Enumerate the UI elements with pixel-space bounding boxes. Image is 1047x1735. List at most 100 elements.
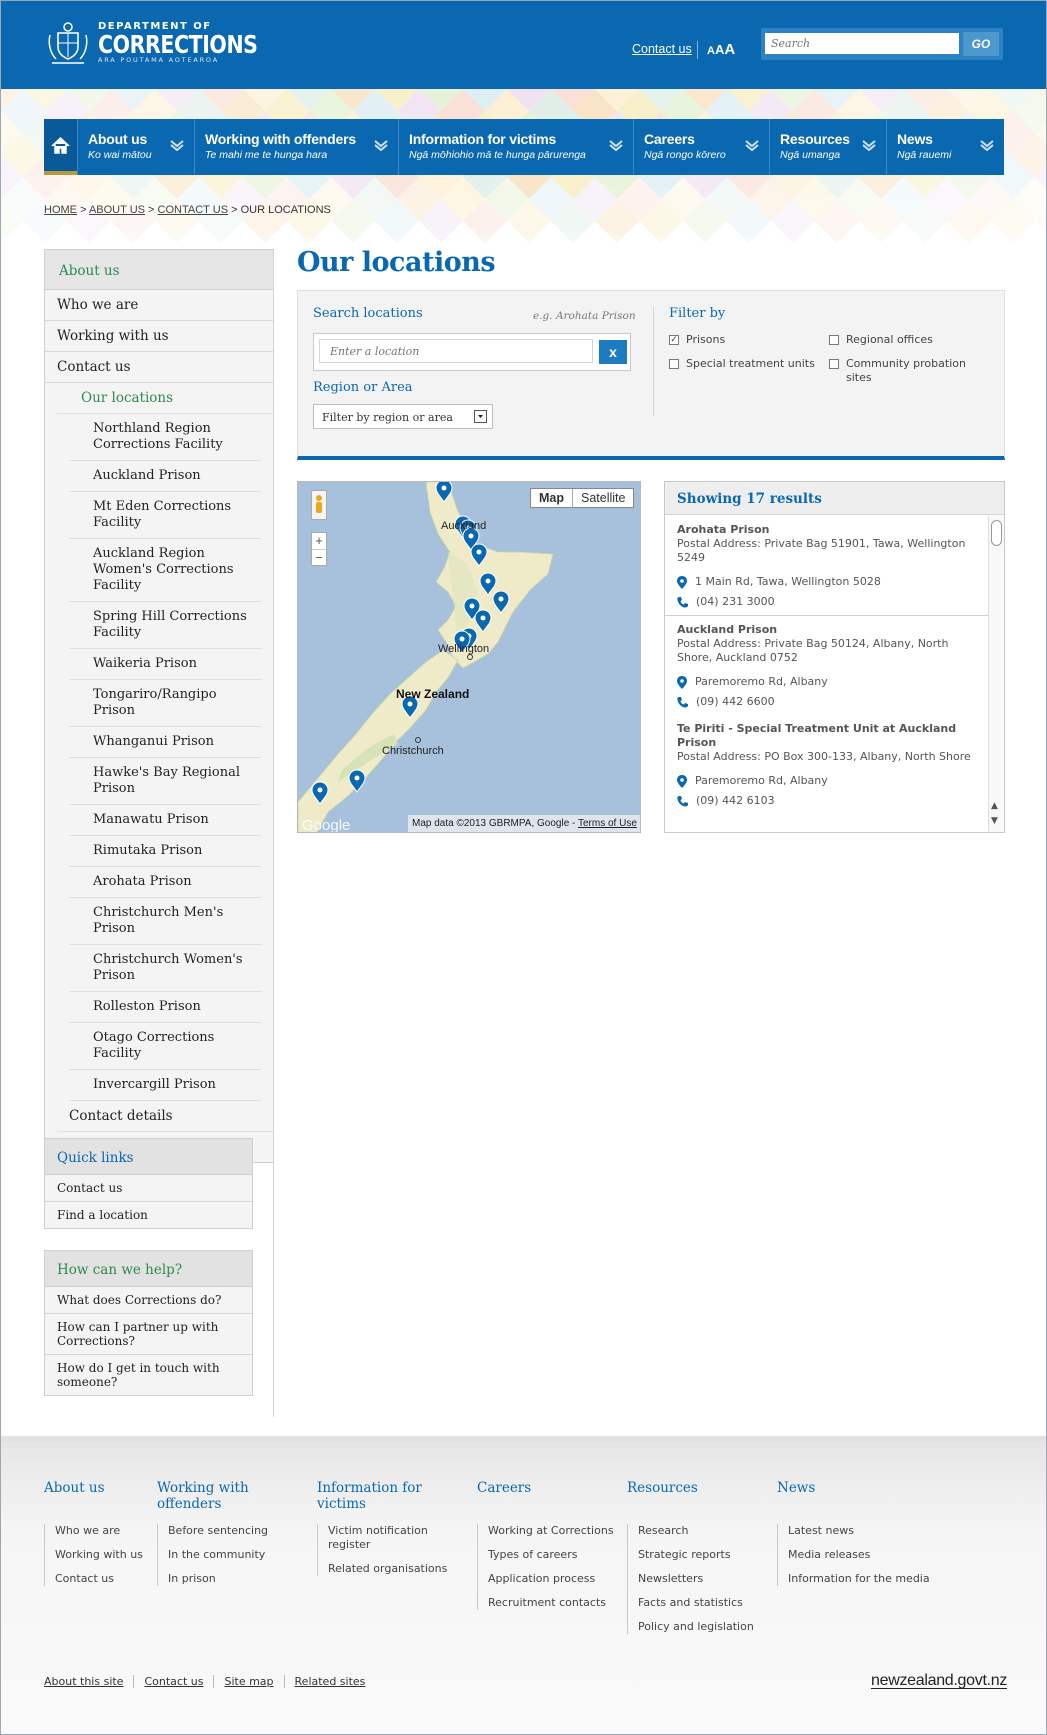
footer-link[interactable]: Latest news: [788, 1524, 937, 1538]
scroll-up-arrow-icon[interactable]: ▲: [991, 801, 998, 811]
footer-link[interactable]: Research: [638, 1524, 767, 1538]
nz-map-canvas[interactable]: Auckland Wellington New Zealand Christch…: [298, 482, 641, 833]
result-name[interactable]: Auckland Prison: [677, 623, 976, 637]
sidebar-item-who-we-are[interactable]: Who we are: [45, 290, 273, 321]
clear-search-button[interactable]: x: [599, 340, 627, 364]
footer-link[interactable]: Types of careers: [488, 1548, 617, 1562]
sidebar-item-our-locations[interactable]: Our locations: [57, 383, 273, 414]
filter-regional-offices[interactable]: Regional offices: [829, 333, 933, 347]
footer-link[interactable]: Information for the media: [788, 1572, 937, 1586]
sidebar-location-item[interactable]: Waikeria Prison: [69, 649, 261, 680]
sidebar-location-item[interactable]: Christchurch Women's Prison: [69, 945, 261, 992]
sidebar-location-item[interactable]: Whanganui Prison: [69, 727, 261, 758]
footer-link[interactable]: Facts and statistics: [638, 1596, 767, 1610]
map-type-satellite-button[interactable]: Satellite: [573, 489, 633, 507]
map-type-map-button[interactable]: Map: [531, 489, 573, 507]
result-phone[interactable]: (04) 231 3000: [696, 595, 775, 609]
sidebar-location-item[interactable]: Auckland Region Women's Corrections Faci…: [69, 539, 261, 602]
sidebar-item-contact-details[interactable]: Contact details: [57, 1101, 273, 1132]
footer-link[interactable]: In the community: [168, 1548, 297, 1562]
result-name[interactable]: Arohata Prison: [677, 523, 976, 537]
footer-link[interactable]: Recruitment contacts: [488, 1596, 617, 1610]
sidebar-location-item[interactable]: Rimutaka Prison: [69, 836, 261, 867]
footer-link[interactable]: Working at Corrections: [488, 1524, 617, 1538]
checkbox-checked-icon[interactable]: ✓: [669, 335, 679, 345]
region-select[interactable]: Filter by region or area: [313, 404, 493, 429]
footer-about-site-link[interactable]: About this site: [44, 1675, 133, 1688]
quick-link-find-location[interactable]: Find a location: [45, 1202, 252, 1228]
zoom-in-button[interactable]: +: [312, 533, 326, 550]
result-item[interactable]: Auckland Prison Postal Address: Private B…: [665, 616, 988, 715]
text-size-large[interactable]: A: [724, 41, 735, 58]
text-size-medium[interactable]: A: [715, 42, 724, 57]
quick-link-contact-us[interactable]: Contact us: [45, 1175, 252, 1202]
nav-about-us[interactable]: About us Ko wai mātou: [77, 119, 194, 175]
sidebar-location-item[interactable]: Auckland Prison: [69, 461, 261, 492]
site-search-input[interactable]: [765, 33, 959, 54]
footer-column-heading[interactable]: News: [777, 1480, 937, 1524]
footer-link[interactable]: Policy and legislation: [638, 1620, 767, 1634]
footer-link[interactable]: Media releases: [788, 1548, 937, 1562]
location-search-input[interactable]: [319, 339, 593, 363]
checkbox-icon[interactable]: [669, 359, 679, 369]
footer-link[interactable]: Application process: [488, 1572, 617, 1586]
scroll-down-arrow-icon[interactable]: ▼: [991, 816, 998, 826]
search-go-button[interactable]: GO: [963, 32, 999, 56]
locations-map[interactable]: Auckland Wellington New Zealand Christch…: [297, 481, 641, 833]
help-link-partner-up[interactable]: How can I partner up with Corrections?: [45, 1314, 252, 1355]
sidebar-heading[interactable]: About us: [44, 249, 274, 290]
sidebar-item-working-with-us[interactable]: Working with us: [45, 321, 273, 352]
sidebar-location-item[interactable]: Otago Corrections Facility: [69, 1023, 261, 1070]
nav-information-for-victims[interactable]: Information for victims Ngā mōhiohio mā …: [398, 119, 633, 175]
map-terms-link[interactable]: Terms of Use: [578, 818, 637, 829]
footer-contact-link[interactable]: Contact us: [133, 1675, 213, 1688]
scrollbar-thumb[interactable]: [991, 520, 1002, 546]
footer-column-heading[interactable]: Information for victims: [317, 1480, 457, 1524]
sidebar-item-contact-us[interactable]: Contact us: [45, 352, 273, 383]
footer-column-heading[interactable]: About us: [44, 1480, 144, 1524]
checkbox-icon[interactable]: [829, 359, 839, 369]
breadcrumb-home[interactable]: HOME: [44, 204, 77, 216]
filter-community-probation[interactable]: Community probation sites: [829, 357, 979, 385]
footer-column-heading[interactable]: Resources: [627, 1480, 767, 1524]
result-phone[interactable]: (09) 442 6103: [696, 794, 775, 808]
filter-special-treatment-units[interactable]: Special treatment units: [669, 357, 815, 371]
corrections-logo[interactable]: DEPARTMENT OF CORRECTIONS ARA POUTAMA AO…: [44, 19, 293, 67]
text-size-small[interactable]: A: [707, 45, 715, 57]
result-name[interactable]: Te Piriti - Special Treatment Unit at Au…: [677, 722, 976, 750]
nav-home[interactable]: [44, 119, 77, 175]
sidebar-location-item[interactable]: Arohata Prison: [69, 867, 261, 898]
sidebar-location-item[interactable]: Spring Hill Corrections Facility: [69, 602, 261, 649]
nav-working-with-offenders[interactable]: Working with offenders Te mahi me te hun…: [194, 119, 398, 175]
footer-link[interactable]: Related organisations: [328, 1562, 457, 1576]
checkbox-icon[interactable]: [829, 335, 839, 345]
footer-sitemap-link[interactable]: Site map: [213, 1675, 283, 1688]
header-contact-link[interactable]: Contact us: [632, 42, 692, 56]
sidebar-location-item[interactable]: Invercargill Prison: [69, 1070, 261, 1101]
footer-link[interactable]: Strategic reports: [638, 1548, 767, 1562]
sidebar-location-item[interactable]: Rolleston Prison: [69, 992, 261, 1023]
help-link-get-in-touch[interactable]: How do I get in touch with someone?: [45, 1355, 252, 1395]
footer-link[interactable]: Working with us: [55, 1548, 144, 1562]
footer-link[interactable]: Victim notification register: [328, 1524, 457, 1552]
nz-govt-logo[interactable]: newzealand.govt.nz: [871, 1672, 1007, 1690]
result-phone[interactable]: (09) 442 6600: [696, 695, 775, 709]
nav-news[interactable]: News Ngā rauemi: [886, 119, 1004, 175]
sidebar-location-item[interactable]: Northland Region Corrections Facility: [69, 414, 261, 461]
footer-link[interactable]: In prison: [168, 1572, 297, 1586]
breadcrumb-about-us[interactable]: ABOUT US: [89, 204, 145, 216]
filter-prisons[interactable]: ✓ Prisons: [669, 333, 725, 347]
footer-link[interactable]: Who we are: [55, 1524, 144, 1538]
nav-careers[interactable]: Careers Ngā rongo kōrero: [633, 119, 769, 175]
sidebar-location-item[interactable]: Mt Eden Corrections Facility: [69, 492, 261, 539]
breadcrumb-contact-us[interactable]: CONTACT US: [158, 204, 229, 216]
footer-link[interactable]: Newsletters: [638, 1572, 767, 1586]
google-logo[interactable]: Google: [302, 817, 350, 833]
footer-link[interactable]: Before sentencing: [168, 1524, 297, 1538]
result-item[interactable]: Te Piriti - Special Treatment Unit at Au…: [665, 715, 988, 814]
sidebar-location-item[interactable]: Manawatu Prison: [69, 805, 261, 836]
sidebar-location-item[interactable]: Christchurch Men's Prison: [69, 898, 261, 945]
footer-link[interactable]: Contact us: [55, 1572, 144, 1586]
results-scrollbar[interactable]: ▲ ▼: [988, 516, 1004, 832]
sidebar-location-item[interactable]: Hawke's Bay Regional Prison: [69, 758, 261, 805]
